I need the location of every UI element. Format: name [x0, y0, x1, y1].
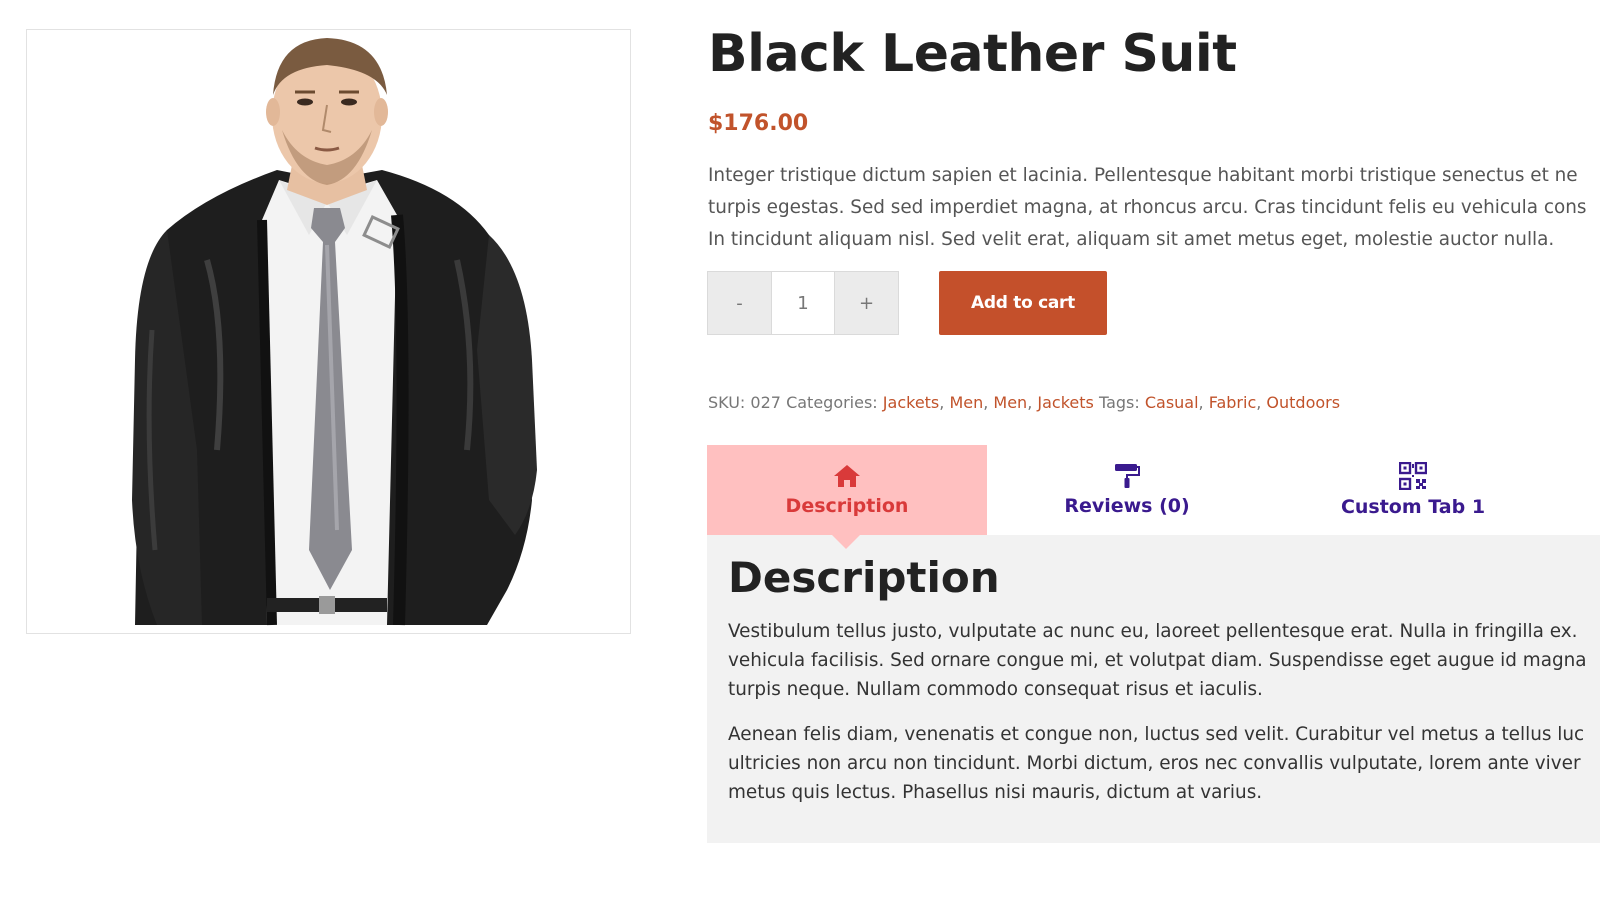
product-photo: [27, 30, 630, 633]
tab-label: Description: [785, 495, 909, 517]
qr-code-icon: [1399, 462, 1427, 490]
tag-link-fabric[interactable]: Fabric: [1209, 393, 1257, 412]
panel-heading: Description: [728, 553, 1000, 602]
add-to-cart-button[interactable]: Add to cart: [939, 271, 1107, 335]
description-paragraph: Vestibulum tellus justo, vulputate ac nu…: [728, 617, 1600, 704]
short-description-line: Integer tristique dictum sapien et lacin…: [708, 165, 1578, 186]
product-tabs: Description Reviews (0) Custom Tab 1: [707, 445, 1600, 535]
quantity-increase-button[interactable]: +: [835, 271, 899, 335]
short-description-line: In tincidunt aliquam nisl. Sed velit era…: [708, 229, 1555, 250]
quantity-stepper: - +: [707, 271, 899, 335]
tab-label: Custom Tab 1: [1340, 496, 1486, 518]
short-description: Integer tristique dictum sapien et lacin…: [708, 160, 1600, 256]
sku-value: 027: [750, 393, 781, 412]
product-image[interactable]: [26, 29, 631, 634]
category-link-jackets[interactable]: Jackets: [883, 393, 939, 412]
description-line: ultricies non arcu non tincidunt. Morbi …: [728, 753, 1581, 774]
tag-link-outdoors[interactable]: Outdoors: [1266, 393, 1340, 412]
tab-custom-1[interactable]: Custom Tab 1: [1273, 445, 1553, 535]
product-price: $176.00: [708, 111, 809, 136]
tab-label: Reviews (0): [1064, 495, 1190, 517]
short-description-line: turpis egestas. Sed sed imperdiet magna,…: [708, 197, 1587, 218]
tags-label: Tags:: [1098, 393, 1140, 412]
description-paragraph: Aenean felis diam, venenatis et congue n…: [728, 720, 1600, 807]
category-link-men[interactable]: Men: [993, 393, 1027, 412]
category-link-jackets[interactable]: Jackets: [1037, 393, 1093, 412]
quantity-input[interactable]: [771, 271, 835, 335]
product-title: Black Leather Suit: [708, 24, 1237, 84]
description-panel: Description Vestibulum tellus justo, vul…: [707, 535, 1600, 843]
categories-label: Categories:: [786, 393, 878, 412]
home-icon: [834, 465, 860, 487]
paint-roller-icon: [1115, 464, 1140, 488]
tag-link-casual[interactable]: Casual: [1145, 393, 1199, 412]
tab-description[interactable]: Description: [707, 445, 987, 535]
sku-label: SKU:: [708, 393, 746, 412]
description-line: vehicula facilisis. Sed ornare congue mi…: [728, 650, 1587, 671]
description-line: Vestibulum tellus justo, vulputate ac nu…: [728, 621, 1578, 642]
quantity-decrease-button[interactable]: -: [707, 271, 771, 335]
tab-reviews[interactable]: Reviews (0): [987, 445, 1267, 535]
description-line: metus quis lectus. Phasellus nisi mauris…: [728, 782, 1263, 803]
product-meta: SKU: 027 Categories: Jackets, Men, Men, …: [708, 393, 1341, 412]
description-line: Aenean felis diam, venenatis et congue n…: [728, 724, 1585, 745]
active-tab-pointer: [832, 535, 860, 549]
description-line: turpis neque. Nullam commodo consequat r…: [728, 679, 1263, 700]
category-link-men[interactable]: Men: [949, 393, 983, 412]
